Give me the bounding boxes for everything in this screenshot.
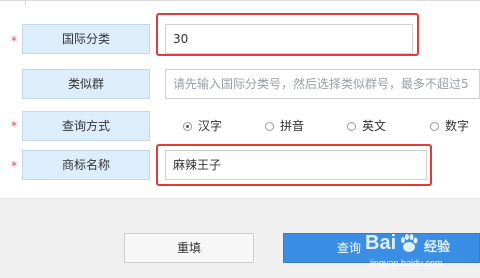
required-mark: * — [11, 159, 17, 173]
watermark-url: jingyan.baidu.com — [370, 258, 443, 268]
radio-number-label: 数字 — [445, 119, 470, 133]
radio-unchecked-icon — [347, 121, 356, 131]
label-query-method: 查询方式 — [22, 111, 150, 141]
similar-group-input[interactable]: 请先输入国际分类号，然后选择类似群号，最多不超过5 — [165, 69, 480, 99]
required-mark: * — [11, 119, 17, 133]
radio-unchecked-icon — [430, 121, 439, 131]
search-form-panel: * 国际分类 30 类似群 请先输入国际分类号，然后选择类似群号，最多不超过5 … — [0, 0, 480, 199]
radio-english[interactable]: 英文 — [347, 119, 386, 133]
reset-button[interactable]: 重填 — [124, 233, 254, 263]
intl-class-input[interactable]: 30 — [165, 24, 413, 54]
baidu-paw-icon — [401, 234, 418, 252]
radio-hanzi[interactable]: 汉字 — [183, 119, 222, 133]
radio-pinyin-label: 拼音 — [280, 119, 305, 133]
radio-pinyin[interactable]: 拼音 — [265, 119, 304, 133]
radio-number[interactable]: 数字 — [430, 119, 469, 133]
radio-english-label: 英文 — [362, 119, 387, 133]
panel-top-border — [0, 0, 480, 1]
trademark-name-value: 麻辣王子 — [173, 158, 222, 172]
required-mark: * — [11, 34, 17, 48]
watermark-suffix: 经验 — [424, 240, 451, 255]
panel-top-tick — [25, 0, 26, 5]
label-intl-class: 国际分类 — [22, 24, 150, 54]
radio-unchecked-icon — [265, 121, 274, 131]
intl-class-value: 30 — [173, 32, 189, 46]
radio-checked-icon — [183, 121, 192, 131]
trademark-name-input[interactable]: 麻辣王子 — [165, 150, 427, 180]
similar-group-placeholder: 请先输入国际分类号，然后选择类似群号，最多不超过5 — [173, 77, 469, 91]
label-similar-group: 类似群 — [22, 69, 150, 99]
trademark-search-page: * 国际分类 30 类似群 请先输入国际分类号，然后选择类似群号，最多不超过5 … — [0, 0, 480, 278]
watermark-brand: Bai — [365, 232, 397, 254]
label-trademark-name: 商标名称 — [22, 150, 150, 180]
radio-hanzi-label: 汉字 — [198, 119, 223, 133]
query-button-label: 查询 — [337, 241, 362, 255]
